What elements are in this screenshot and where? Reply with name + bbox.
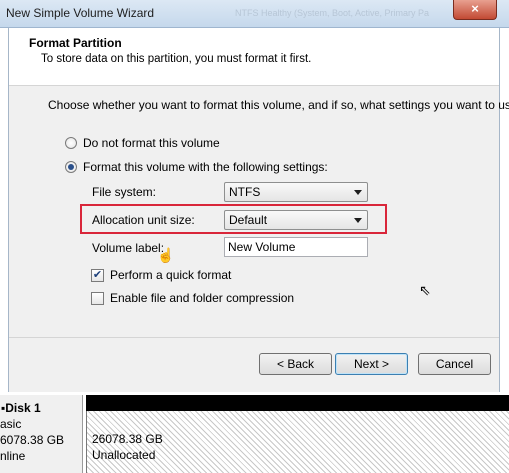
- unallocated-partition[interactable]: 26078.38 GB Unallocated: [86, 411, 509, 473]
- checkbox-checked-icon[interactable]: ✔: [91, 268, 104, 282]
- page-title: Format Partition: [29, 36, 122, 50]
- wizard-header: Format Partition To store data on this p…: [9, 28, 499, 86]
- radio-do-not-format[interactable]: Do not format this volume: [65, 136, 220, 150]
- file-system-label: File system:: [92, 185, 157, 199]
- disk-name: ▪Disk 1: [1, 401, 41, 415]
- disk-name-text: Disk 1: [5, 401, 41, 415]
- next-button[interactable]: Next >: [335, 353, 408, 375]
- background-window-text: NTFS Healthy (System, Boot, Active, Prim…: [235, 8, 430, 18]
- mouse-cursor-icon: ☝: [157, 247, 175, 263]
- radio-label-do-not-format: Do not format this volume: [83, 136, 220, 150]
- radio-button-checked[interactable]: [65, 161, 77, 173]
- title-bar: New Simple Volume Wizard NTFS Healthy (S…: [0, 0, 509, 28]
- quick-format-label: Perform a quick format: [110, 268, 232, 282]
- divider: [9, 337, 499, 338]
- chevron-down-icon: [354, 190, 362, 195]
- compression-option[interactable]: Enable file and folder compression: [91, 291, 294, 305]
- volume-label-label: Volume label:: [92, 241, 165, 255]
- radio-button-unchecked[interactable]: [65, 137, 77, 149]
- disk-map: ▪Disk 1 asic 6078.38 GB nline 26078.38 G…: [0, 392, 509, 473]
- partition-size: 26078.38 GB: [92, 432, 163, 446]
- arrow-cursor-icon: ⇖: [419, 282, 431, 298]
- disk-size: 6078.38 GB: [0, 433, 65, 447]
- checkbox-unchecked-icon[interactable]: [91, 291, 104, 305]
- file-system-value: NTFS: [229, 185, 261, 199]
- close-button[interactable]: ×: [453, 0, 497, 20]
- disk-info-panel: ▪Disk 1 asic 6078.38 GB nline: [0, 395, 83, 473]
- instruction-text: Choose whether you want to format this v…: [48, 98, 509, 112]
- page-subtitle: To store data on this partition, you mus…: [41, 53, 312, 65]
- close-icon: ×: [471, 1, 479, 16]
- disk-status: nline: [0, 449, 26, 463]
- wizard-dialog: Format Partition To store data on this p…: [8, 28, 509, 392]
- back-button[interactable]: < Back: [259, 353, 332, 375]
- cancel-button[interactable]: Cancel: [418, 353, 491, 375]
- disk-type: asic: [0, 417, 22, 431]
- volume-label-input[interactable]: [224, 237, 368, 257]
- compression-label: Enable file and folder compression: [110, 291, 295, 305]
- file-system-dropdown[interactable]: NTFS: [224, 182, 368, 202]
- unallocated-bar-header: [86, 395, 509, 411]
- quick-format-option[interactable]: ✔ Perform a quick format: [91, 268, 231, 282]
- window-title: New Simple Volume Wizard: [6, 6, 155, 20]
- radio-label-format: Format this volume with the following se…: [83, 160, 328, 174]
- highlight-box: [80, 204, 387, 234]
- partition-status: Unallocated: [92, 448, 156, 462]
- radio-format[interactable]: Format this volume with the following se…: [65, 160, 328, 174]
